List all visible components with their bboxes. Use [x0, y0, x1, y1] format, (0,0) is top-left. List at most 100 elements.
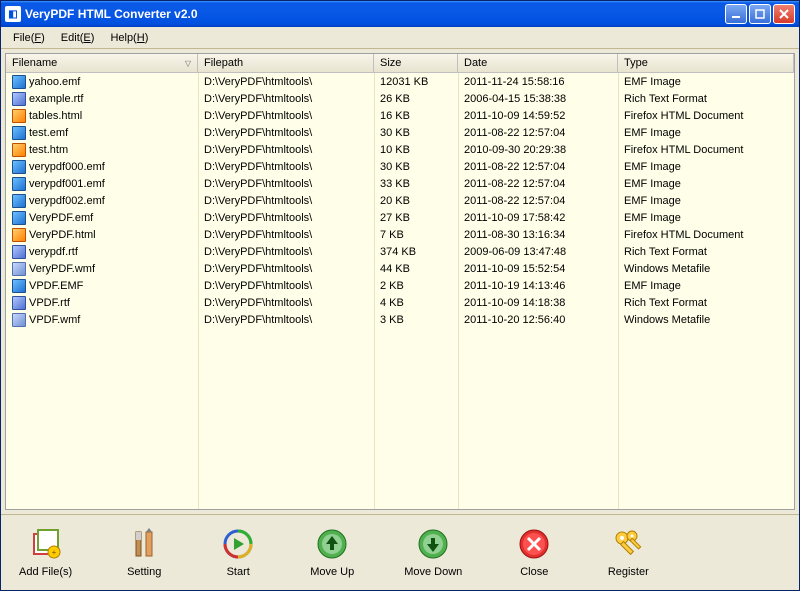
add-files-label: Add File(s) [19, 566, 72, 578]
table-row[interactable]: VPDF.EMFD:\VeryPDF\htmltools\2 KB2011-10… [6, 277, 794, 294]
close-button[interactable]: Close [506, 524, 562, 582]
menu-file[interactable]: File(F) [5, 30, 53, 46]
htm-file-icon [12, 143, 26, 157]
size-cell: 2 KB [374, 279, 458, 293]
table-row[interactable]: yahoo.emfD:\VeryPDF\htmltools\12031 KB20… [6, 73, 794, 90]
wmf-file-icon [12, 262, 26, 276]
table-row[interactable]: VeryPDF.emfD:\VeryPDF\htmltools\27 KB201… [6, 209, 794, 226]
move-up-button[interactable]: Move Up [304, 524, 360, 582]
type-cell: EMF Image [618, 177, 794, 191]
start-label: Start [227, 566, 250, 578]
type-cell: Windows Metafile [618, 313, 794, 327]
emf-file-icon [12, 194, 26, 208]
rtf-file-icon [12, 245, 26, 259]
column-size[interactable]: Size [374, 54, 458, 72]
filename-cell: VPDF.wmf [29, 314, 80, 326]
window-title: VeryPDF HTML Converter v2.0 [25, 7, 725, 21]
add-files-icon: + [30, 528, 62, 560]
table-row[interactable]: VeryPDF.wmfD:\VeryPDF\htmltools\44 KB201… [6, 260, 794, 277]
filepath-cell: D:\VeryPDF\htmltools\ [198, 109, 374, 123]
emf-file-icon [12, 160, 26, 174]
filename-cell: verypdf000.emf [29, 161, 105, 173]
table-row[interactable]: VPDF.wmfD:\VeryPDF\htmltools\3 KB2011-10… [6, 311, 794, 328]
column-date[interactable]: Date [458, 54, 618, 72]
list-header: Filename ▽ Filepath Size Date Type [6, 54, 794, 73]
register-icon [612, 528, 644, 560]
register-button[interactable]: Register [600, 524, 656, 582]
minimize-button[interactable] [725, 4, 747, 24]
table-row[interactable]: test.htmD:\VeryPDF\htmltools\10 KB2010-0… [6, 141, 794, 158]
setting-icon [128, 528, 160, 560]
table-row[interactable]: verypdf.rtfD:\VeryPDF\htmltools\374 KB20… [6, 243, 794, 260]
filename-cell: verypdf001.emf [29, 178, 105, 190]
table-row[interactable]: verypdf002.emfD:\VeryPDF\htmltools\20 KB… [6, 192, 794, 209]
size-cell: 30 KB [374, 126, 458, 140]
date-cell: 2011-10-19 14:13:46 [458, 279, 618, 293]
column-type[interactable]: Type [618, 54, 794, 72]
table-row[interactable]: verypdf000.emfD:\VeryPDF\htmltools\30 KB… [6, 158, 794, 175]
add-files-button[interactable]: + Add File(s) [13, 524, 78, 582]
menubar: File(F) Edit(E) Help(H) [1, 27, 799, 49]
move-down-icon [417, 528, 449, 560]
titlebar[interactable]: ◧ VeryPDF HTML Converter v2.0 [1, 1, 799, 27]
type-cell: EMF Image [618, 160, 794, 174]
table-row[interactable]: verypdf001.emf D:\VeryPDF\htmltools\33 KB… [6, 175, 794, 192]
filename-cell: example.rtf [29, 93, 83, 105]
filepath-cell: D:\VeryPDF\htmltools\ [198, 143, 374, 157]
type-cell: EMF Image [618, 126, 794, 140]
date-cell: 2011-08-22 12:57:04 [458, 194, 618, 208]
table-row[interactable]: VeryPDF.htmlD:\VeryPDF\htmltools\7 KB201… [6, 226, 794, 243]
filename-cell: tables.html [29, 110, 82, 122]
filepath-cell: D:\VeryPDF\htmltools\ [198, 228, 374, 242]
type-cell: Rich Text Format [618, 296, 794, 310]
filepath-cell: D:\VeryPDF\htmltools\ [198, 177, 374, 191]
filepath-cell: D:\VeryPDF\htmltools\ [198, 92, 374, 106]
bottom-toolbar: + Add File(s) Setting Start Move Up [1, 514, 799, 590]
table-row[interactable]: VPDF.rtfD:\VeryPDF\htmltools\4 KB2011-10… [6, 294, 794, 311]
table-row[interactable]: example.rtfD:\VeryPDF\htmltools\26 KB200… [6, 90, 794, 107]
size-cell: 374 KB [374, 245, 458, 259]
move-up-icon [316, 528, 348, 560]
date-cell: 2011-08-22 12:57:04 [458, 160, 618, 174]
move-down-button[interactable]: Move Down [398, 524, 468, 582]
window-controls [725, 4, 795, 24]
filename-cell: VPDF.rtf [29, 297, 70, 309]
svg-text:+: + [51, 548, 56, 557]
close-window-button[interactable] [773, 4, 795, 24]
type-cell: EMF Image [618, 194, 794, 208]
date-cell: 2011-10-09 15:52:54 [458, 262, 618, 276]
type-cell: Firefox HTML Document [618, 143, 794, 157]
type-cell: Windows Metafile [618, 262, 794, 276]
setting-label: Setting [127, 566, 161, 578]
date-cell: 2011-08-22 12:57:04 [458, 126, 618, 140]
menu-help[interactable]: Help(H) [102, 30, 156, 46]
size-cell: 33 KB [374, 177, 458, 191]
start-button[interactable]: Start [210, 524, 266, 582]
date-cell: 2011-11-24 15:58:16 [458, 75, 618, 89]
list-body: yahoo.emfD:\VeryPDF\htmltools\12031 KB20… [6, 73, 794, 328]
emf-file-icon [12, 177, 26, 191]
type-cell: Firefox HTML Document [618, 228, 794, 242]
filename-cell: VeryPDF.wmf [29, 263, 95, 275]
size-cell: 4 KB [374, 296, 458, 310]
size-cell: 16 KB [374, 109, 458, 123]
table-row[interactable]: tables.htmlD:\VeryPDF\htmltools\16 KB201… [6, 107, 794, 124]
setting-button[interactable]: Setting [116, 524, 172, 582]
sort-indicator-icon: ▽ [185, 59, 191, 68]
menu-edit[interactable]: Edit(E) [53, 30, 103, 46]
column-filename[interactable]: Filename ▽ [6, 54, 198, 72]
size-cell: 30 KB [374, 160, 458, 174]
file-list[interactable]: Filename ▽ Filepath Size Date Type yahoo… [5, 53, 795, 510]
filename-cell: verypdf.rtf [29, 246, 78, 258]
type-cell: Firefox HTML Document [618, 109, 794, 123]
close-icon [518, 528, 550, 560]
date-cell: 2011-10-09 14:18:38 [458, 296, 618, 310]
table-row[interactable]: test.emfD:\VeryPDF\htmltools\30 KB2011-0… [6, 124, 794, 141]
register-label: Register [608, 566, 649, 578]
filepath-cell: D:\VeryPDF\htmltools\ [198, 279, 374, 293]
date-cell: 2006-04-15 15:38:38 [458, 92, 618, 106]
html-file-icon [12, 109, 26, 123]
column-filepath[interactable]: Filepath [198, 54, 374, 72]
maximize-button[interactable] [749, 4, 771, 24]
filepath-cell: D:\VeryPDF\htmltools\ [198, 126, 374, 140]
